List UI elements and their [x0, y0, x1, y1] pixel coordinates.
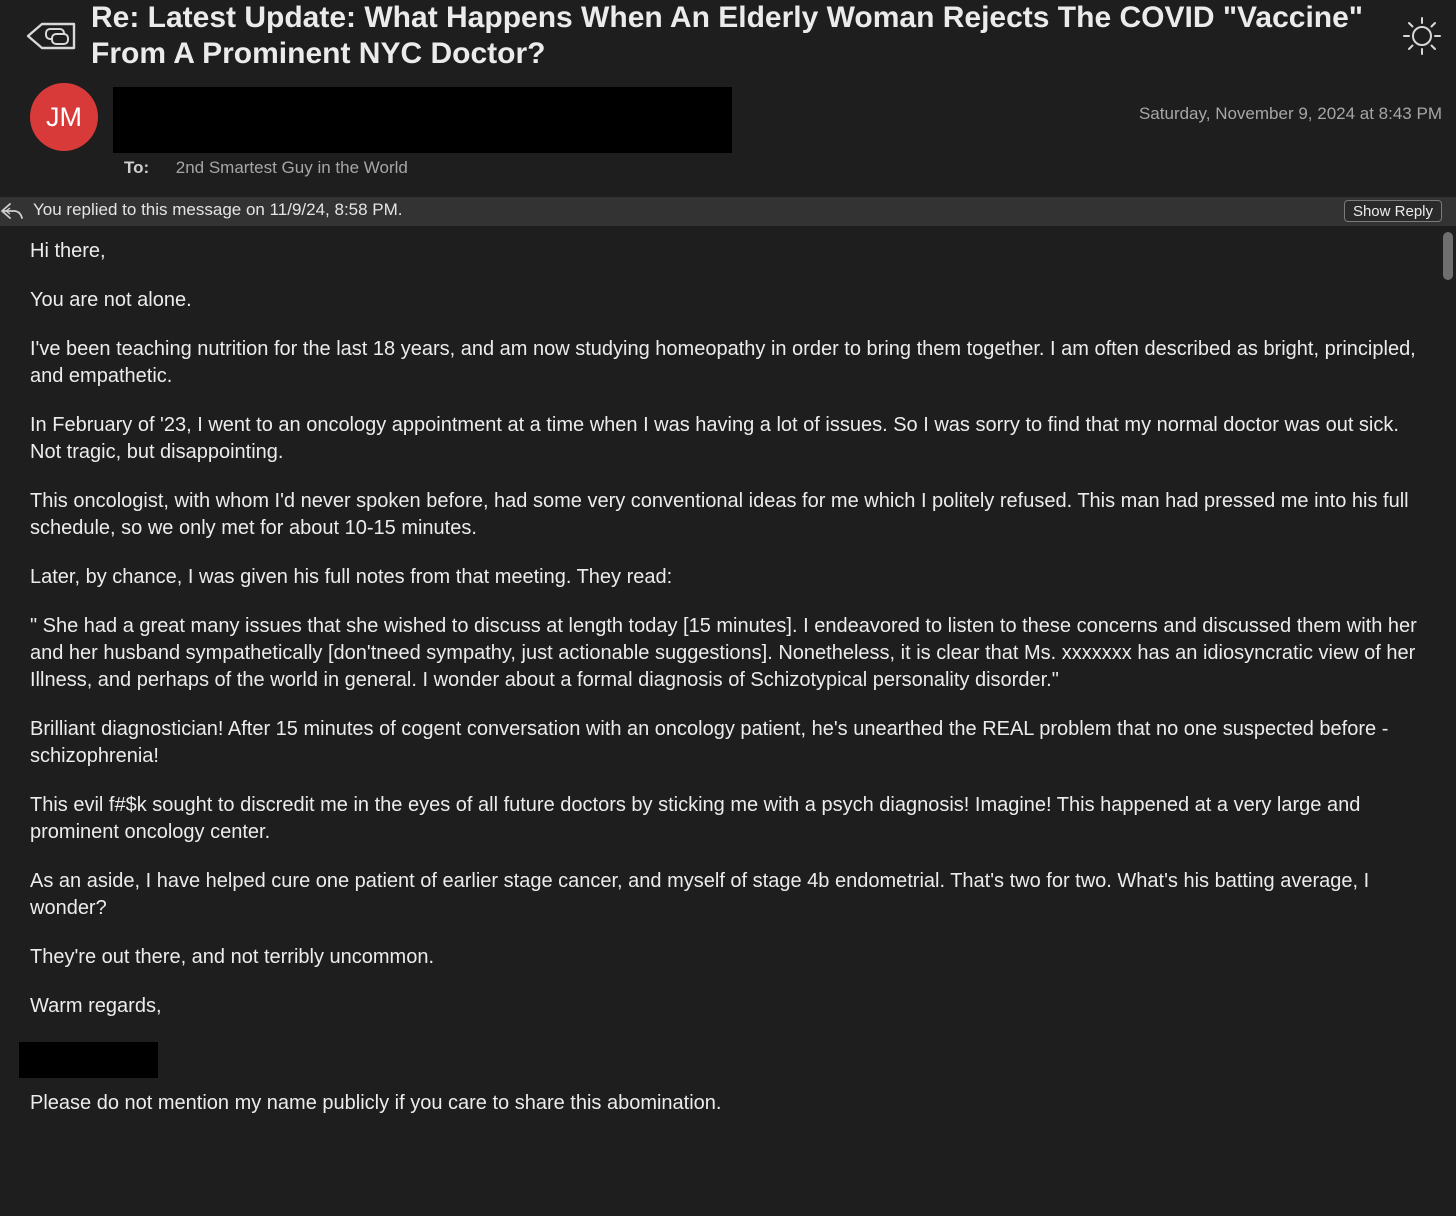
- redacted-sender-name: [113, 87, 732, 153]
- replied-status-text: You replied to this message on 11/9/24, …: [33, 200, 403, 219]
- reply-arrow-icon: [1, 203, 23, 219]
- body-closing: Warm regards,: [30, 995, 162, 1017]
- body-paragraph: They're out there, and not terribly unco…: [30, 946, 435, 968]
- body-paragraph: Later, by chance, I was given his full n…: [30, 566, 673, 588]
- message-body: Hi there, You are not alone. I've been t…: [0, 226, 1456, 1216]
- redacted-signature: [19, 1042, 158, 1078]
- body-postscript: Please do not mention my name publicly i…: [30, 1092, 722, 1114]
- body-paragraph: Brilliant diagnostician! After 15 minute…: [30, 718, 1389, 767]
- body-paragraph: As an aside, I have helped cure one pati…: [30, 870, 1370, 919]
- message-text: Hi there, You are not alone. I've been t…: [19, 238, 1425, 1139]
- sun-icon[interactable]: [1402, 16, 1442, 56]
- to-label: To:: [124, 158, 150, 177]
- body-paragraph: In February of '23, I went to an oncolog…: [30, 414, 1399, 463]
- sender-avatar: JM: [30, 83, 98, 151]
- body-quote-paragraph: " She had a great many issues that she w…: [30, 615, 1417, 691]
- conversation-thread-icon[interactable]: [24, 16, 80, 56]
- body-paragraph: I've been teaching nutrition for the las…: [30, 338, 1416, 387]
- recipient-row: To: 2nd Smartest Guy in the World: [124, 158, 408, 178]
- body-paragraph: This oncologist, with whom I'd never spo…: [30, 490, 1409, 539]
- scrollbar-thumb[interactable]: [1443, 232, 1453, 280]
- replied-banner: You replied to this message on 11/9/24, …: [0, 197, 1456, 226]
- mail-app-window: Re: Latest Update: What Happens When An …: [0, 0, 1456, 1216]
- recipient-name[interactable]: 2nd Smartest Guy in the World: [176, 158, 408, 177]
- body-paragraph: You are not alone.: [30, 289, 192, 311]
- show-reply-button[interactable]: Show Reply: [1343, 200, 1442, 222]
- body-greeting: Hi there,: [30, 240, 106, 262]
- message-header: Re: Latest Update: What Happens When An …: [0, 0, 1456, 197]
- body-paragraph: This evil f#$k sought to discredit me in…: [30, 794, 1361, 843]
- message-subject: Re: Latest Update: What Happens When An …: [91, 1, 1364, 70]
- message-date: Saturday, November 9, 2024 at 8:43 PM: [1138, 104, 1442, 123]
